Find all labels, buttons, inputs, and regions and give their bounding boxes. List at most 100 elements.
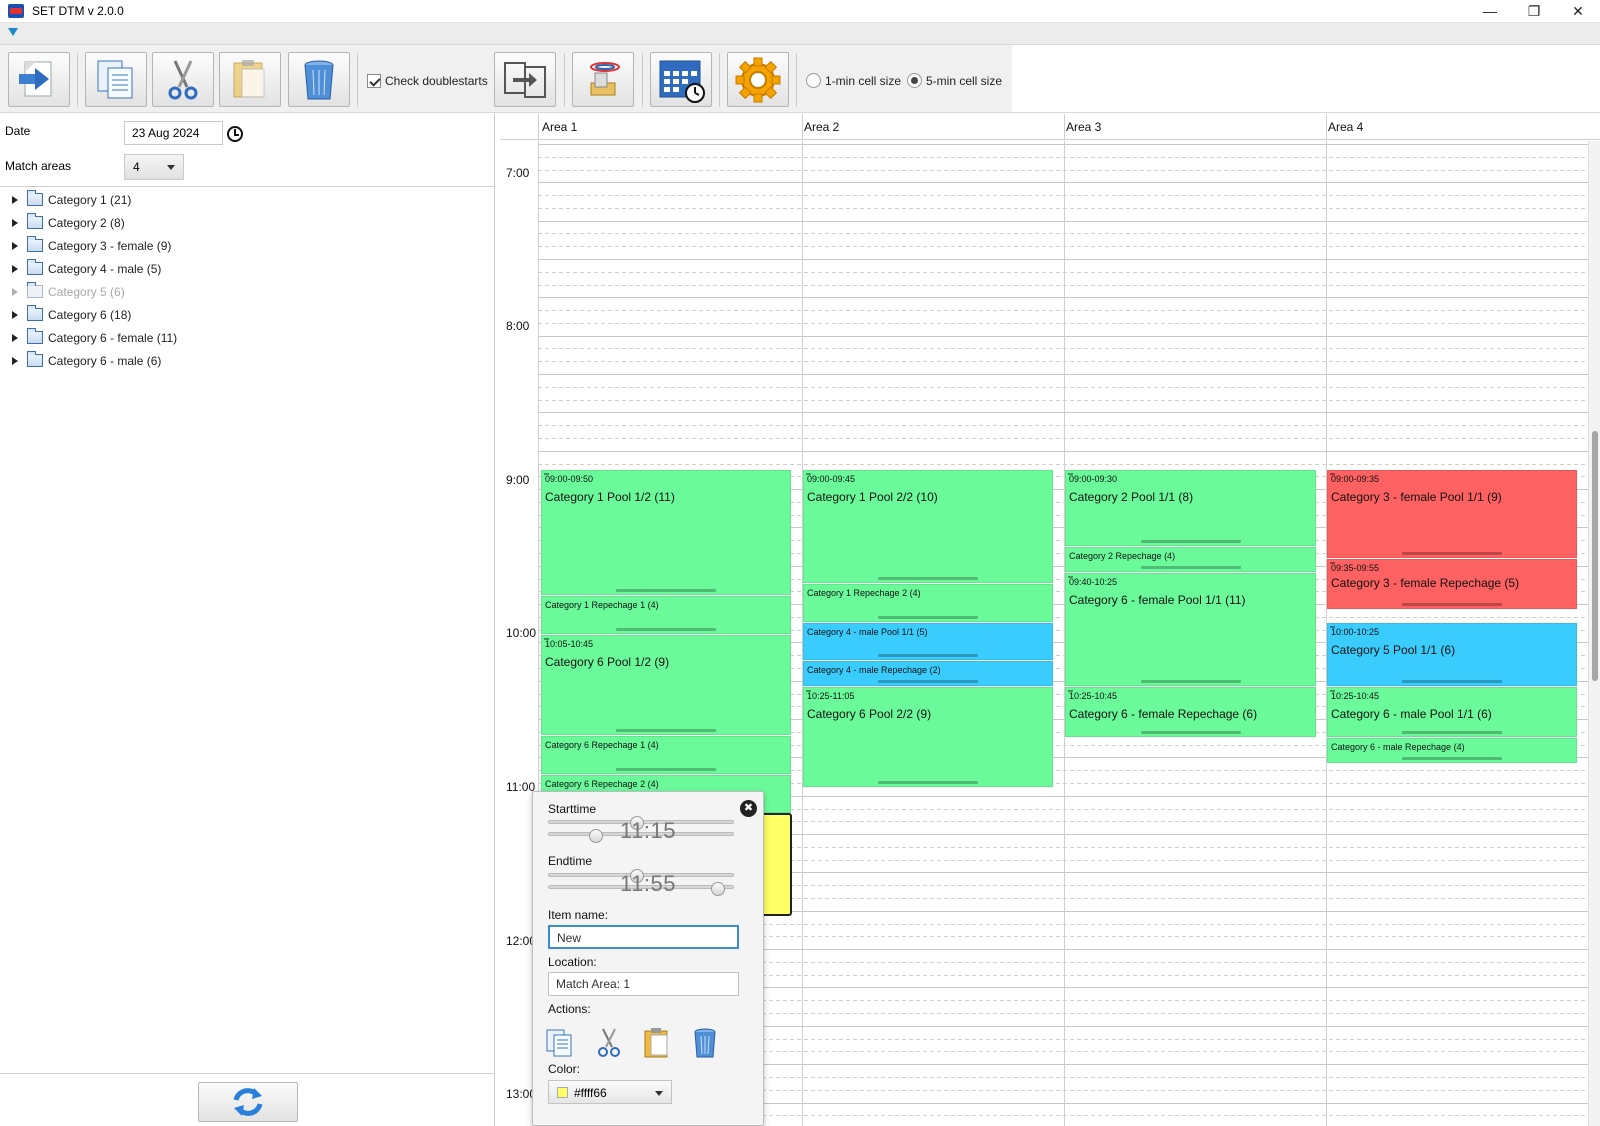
tree-item-category-3-female[interactable]: Category 3 - female (9) (0, 235, 494, 258)
check-doublestarts-checkbox[interactable] (367, 73, 381, 88)
cell-size-5-radio[interactable] (907, 73, 922, 89)
resize-handle[interactable] (878, 577, 978, 580)
endtime-slider[interactable]: 11:55 (548, 869, 734, 897)
tree-item-category-6[interactable]: Category 6 (18) (0, 304, 494, 327)
expand-arrow-icon[interactable] (12, 311, 18, 319)
slider-thumb[interactable] (589, 829, 603, 843)
schedule-item-cat6-rep1[interactable]: Category 6 Repechage 1 (4) (541, 736, 791, 774)
toolbar-empty-area (1012, 45, 1600, 113)
delete-item-button[interactable] (687, 1025, 723, 1061)
expand-arrow-icon[interactable] (12, 265, 18, 273)
import-button[interactable] (494, 52, 556, 107)
column-divider (1326, 114, 1327, 140)
expand-arrow-icon[interactable] (12, 242, 18, 250)
resize-handle[interactable] (616, 729, 716, 732)
schedule-item-cat6-female-pool[interactable]: 09:40-10:25 Category 6 - female Pool 1/1… (1065, 573, 1316, 686)
schedule-calculation-button[interactable] (650, 52, 712, 107)
expand-arrow-icon[interactable] (12, 219, 18, 227)
column-divider (538, 114, 539, 140)
cut-item-button[interactable] (591, 1025, 627, 1061)
schedule-item-cat3-female-rep[interactable]: 09:35-09:55 Category 3 - female Repechag… (1327, 559, 1577, 609)
schedule-item-cat6-male-pool[interactable]: 10:25-10:45 Category 6 - male Pool 1/1 (… (1327, 687, 1577, 737)
toolbar-separator (642, 53, 643, 107)
match-areas-select[interactable]: 4 (124, 154, 184, 180)
tree-item-category-1[interactable]: Category 1 (21) (0, 189, 494, 212)
cell-size-1-option[interactable]: 1-min cell size (806, 73, 901, 89)
export-button[interactable] (8, 52, 70, 107)
close-popup-button[interactable]: ✖ (740, 800, 757, 817)
copy-item-button[interactable] (543, 1025, 579, 1061)
resize-handle[interactable] (616, 768, 716, 771)
resize-handle[interactable] (878, 781, 978, 784)
resize-handle[interactable] (616, 628, 716, 631)
toolbar-separator (796, 53, 797, 107)
paste-button[interactable] (219, 52, 281, 107)
expand-arrow-icon[interactable] (12, 334, 18, 342)
resize-handle[interactable] (878, 654, 978, 657)
tree-item-category-5[interactable]: Category 5 (6) (0, 281, 494, 304)
paste-item-button[interactable] (639, 1025, 675, 1061)
menu-dropdown-icon[interactable] (8, 28, 18, 36)
item-name: Category 1 Repechage 1 (4) (545, 600, 659, 610)
starttime-slider[interactable]: 11:15 (548, 816, 734, 844)
item-name-input[interactable]: New (548, 925, 739, 949)
cell-size-1-radio[interactable] (806, 73, 821, 89)
close-window-button[interactable]: ✕ (1556, 0, 1600, 23)
resize-handle[interactable] (1402, 552, 1502, 555)
resize-handle[interactable] (878, 616, 978, 619)
resize-handle[interactable] (1140, 680, 1241, 683)
resize-handle[interactable] (1402, 731, 1502, 734)
copy-icon (546, 1029, 572, 1057)
cut-button[interactable] (152, 52, 214, 107)
schedule-item-cat6-pool22[interactable]: 10:25-11:05 Category 6 Pool 2/2 (9) (803, 687, 1053, 787)
minimize-button[interactable]: — (1468, 0, 1512, 23)
tree-item-category-6-male[interactable]: Category 6 - male (6) (0, 350, 494, 373)
refresh-button[interactable] (198, 1082, 298, 1122)
paste-icon (233, 60, 265, 98)
schedule-item-cat6-female-rep[interactable]: 10:25-10:45 Category 6 - female Repechag… (1065, 687, 1316, 737)
tree-item-category-4-male[interactable]: Category 4 - male (5) (0, 258, 494, 281)
logo-import-button[interactable] (572, 52, 634, 107)
maximize-button[interactable]: ❐ (1512, 0, 1556, 23)
schedule-item-cat2-rep[interactable]: Category 2 Repechage (4) (1065, 547, 1316, 572)
resize-handle[interactable] (1140, 540, 1241, 543)
schedule-item-cat4-male-pool[interactable]: Category 4 - male Pool 1/1 (5) (803, 623, 1053, 660)
schedule-item-cat3-female-pool[interactable]: 09:00-09:35 Category 3 - female Pool 1/1… (1327, 470, 1577, 558)
resize-handle[interactable] (878, 680, 978, 683)
tree-item-category-2[interactable]: Category 2 (8) (0, 212, 494, 235)
item-time: 09:00-09:45 (807, 474, 856, 484)
copy-button[interactable] (85, 52, 147, 107)
expand-arrow-icon[interactable] (12, 196, 18, 204)
schedule-item-cat1-rep1[interactable]: Category 1 Repechage 1 (4) (541, 596, 791, 634)
check-doublestarts-toggle[interactable]: Check doublestarts (367, 73, 488, 88)
settings-button[interactable] (727, 52, 789, 107)
tree-item-category-6-female[interactable]: Category 6 - female (11) (0, 327, 494, 350)
scrollbar-thumb[interactable] (1592, 431, 1598, 681)
calendar-scrollbar[interactable] (1588, 141, 1600, 1126)
delete-button[interactable] (288, 52, 350, 107)
schedule-item-cat1-pool22[interactable]: 09:00-09:45 Category 1 Pool 2/2 (10) (803, 470, 1053, 583)
slider-thumb[interactable] (711, 882, 725, 896)
resize-handle[interactable] (1402, 757, 1502, 760)
expand-arrow-icon[interactable] (12, 357, 18, 365)
cell-size-5-option[interactable]: 5-min cell size (907, 73, 1002, 89)
schedule-item-cat2-pool[interactable]: 09:00-09:30 Category 2 Pool 1/1 (8) (1065, 470, 1316, 546)
resize-handle[interactable] (1402, 603, 1502, 606)
schedule-item-cat1-pool12[interactable]: 09:00-09:50 Category 1 Pool 1/2 (11) (541, 470, 791, 595)
folder-icon (27, 259, 43, 275)
resize-handle[interactable] (1140, 566, 1241, 569)
location-field[interactable]: Match Area: 1 (548, 972, 739, 996)
resize-handle[interactable] (616, 589, 716, 592)
schedule-item-cat6-pool12[interactable]: 10:05-10:45 Category 6 Pool 1/2 (9) (541, 635, 791, 735)
resize-handle[interactable] (1402, 680, 1502, 683)
schedule-item-cat6-male-rep[interactable]: Category 6 - male Repechage (4) (1327, 738, 1577, 763)
clock-icon[interactable] (227, 126, 243, 142)
schedule-item-cat5-pool[interactable]: 10:00-10:25 Category 5 Pool 1/1 (6) (1327, 623, 1577, 686)
date-field[interactable]: 23 Aug 2024 (124, 121, 223, 145)
resize-handle[interactable] (1140, 731, 1241, 734)
schedule-item-cat4-male-rep[interactable]: Category 4 - male Repechage (2) (803, 661, 1053, 686)
schedule-item-cat1-rep2[interactable]: Category 1 Repechage 2 (4) (803, 584, 1053, 622)
date-label: Date (5, 124, 31, 138)
color-picker[interactable]: #ffff66 (548, 1080, 672, 1104)
expand-arrow-icon[interactable] (12, 288, 18, 296)
